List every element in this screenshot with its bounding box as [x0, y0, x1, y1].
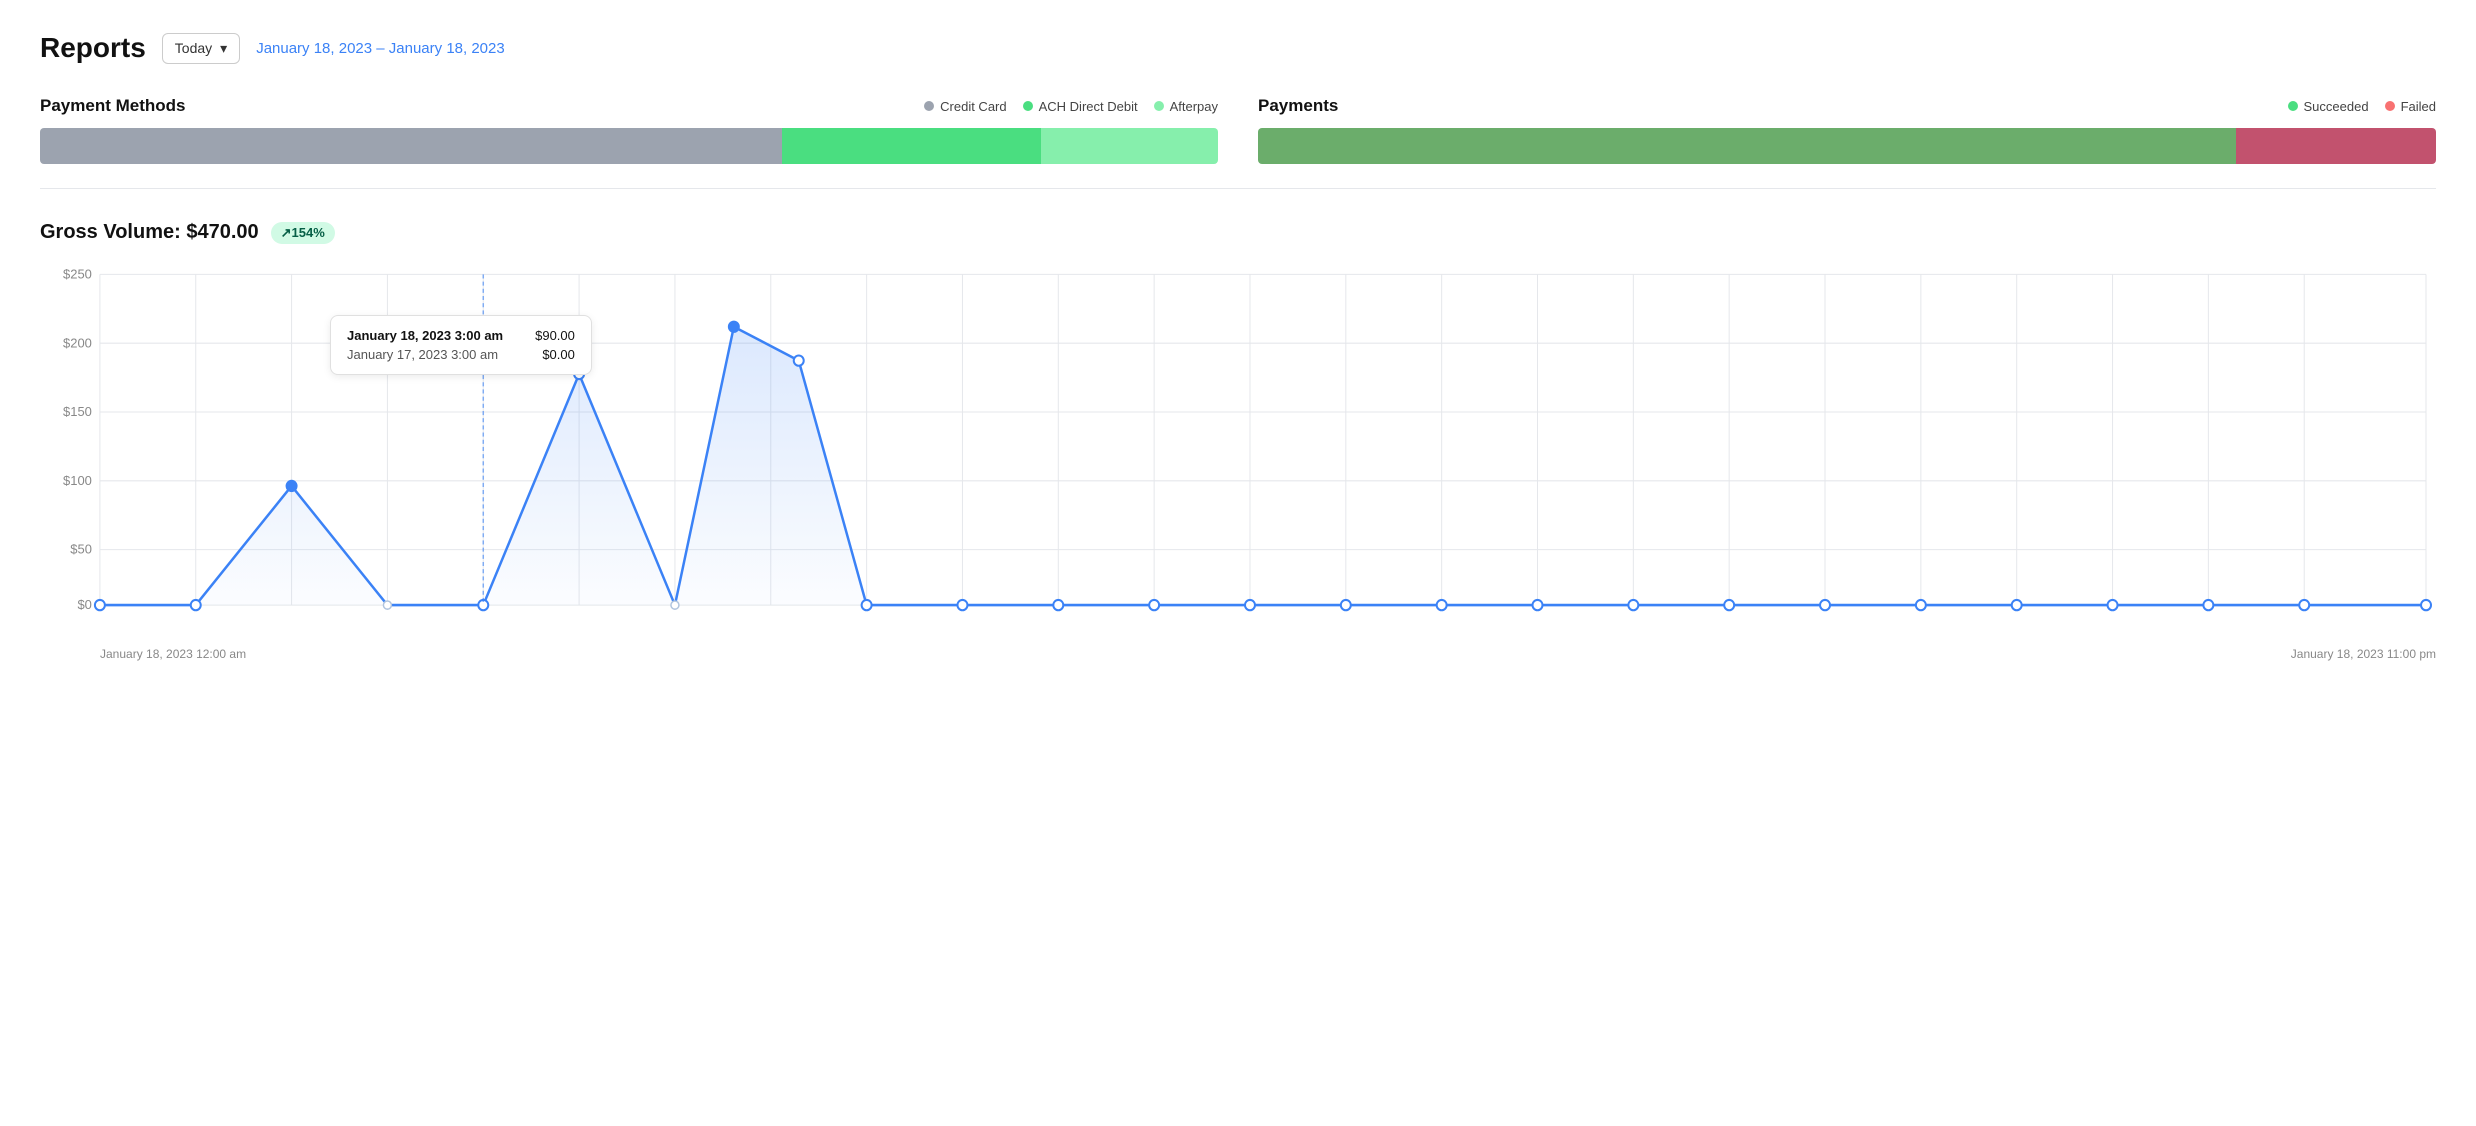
legend-item-ach: ACH Direct Debit [1023, 99, 1138, 114]
svg-text:$150: $150 [63, 404, 92, 419]
payment-methods-block: Payment Methods Credit Card ACH Direct D… [40, 96, 1218, 164]
svg-text:$50: $50 [70, 542, 92, 557]
bar-succeeded [1258, 128, 2236, 164]
bar-credit-card [40, 128, 782, 164]
legend-item-failed: Failed [2385, 99, 2436, 114]
payment-methods-title: Payment Methods [40, 96, 185, 116]
svg-text:$200: $200 [63, 335, 92, 350]
legend-item-afterpay: Afterpay [1154, 99, 1218, 114]
payment-methods-bar [40, 128, 1218, 164]
date-selector-label: Today [175, 40, 212, 56]
date-range-link[interactable]: January 18, 2023 – January 18, 2023 [256, 40, 505, 57]
chart-tooltip: January 18, 2023 3:00 am $90.00 January … [330, 315, 592, 375]
gross-volume-label-row: Gross Volume: $470.00 ↗154% [40, 221, 2436, 244]
payments-legend: Succeeded Failed [2288, 99, 2436, 114]
gross-volume-text: Gross Volume: $470.00 [40, 221, 259, 244]
legend-label-afterpay: Afterpay [1170, 99, 1218, 114]
legend-dot-failed [2385, 101, 2395, 111]
tooltip-value-1: $90.00 [535, 328, 575, 343]
legend-dot-ach [1023, 101, 1033, 111]
x-axis-labels: January 18, 2023 12:00 am January 18, 20… [40, 647, 2436, 661]
legend-label-ach: ACH Direct Debit [1039, 99, 1138, 114]
x-label-right: January 18, 2023 11:00 pm [2291, 647, 2436, 661]
svg-text:$250: $250 [63, 266, 92, 281]
gross-volume-value: $470.00 [186, 221, 258, 243]
tooltip-date-1: January 18, 2023 3:00 am [347, 328, 503, 343]
legend-dot-succeeded [2288, 101, 2298, 111]
growth-badge: ↗154% [271, 222, 335, 244]
chevron-down-icon: ▾ [220, 40, 227, 57]
svg-text:$100: $100 [63, 473, 92, 488]
payments-title: Payments [1258, 96, 1338, 116]
legend-dot-afterpay [1154, 101, 1164, 111]
tooltip-row-2: January 17, 2023 3:00 am $0.00 [347, 347, 575, 362]
payments-header: Payments Succeeded Failed [1258, 96, 2436, 116]
svg-text:$0: $0 [77, 597, 91, 612]
metrics-row: Payment Methods Credit Card ACH Direct D… [40, 96, 2436, 189]
payment-methods-header: Payment Methods Credit Card ACH Direct D… [40, 96, 1218, 116]
bar-afterpay [1041, 128, 1218, 164]
bar-ach [782, 128, 1041, 164]
legend-dot-credit-card [924, 101, 934, 111]
payment-methods-legend: Credit Card ACH Direct Debit Afterpay [924, 99, 1218, 114]
x-label-left: January 18, 2023 12:00 am [100, 647, 246, 661]
tooltip-row-1: January 18, 2023 3:00 am $90.00 [347, 328, 575, 343]
tooltip-value-2: $0.00 [542, 347, 575, 362]
chart-container: $250 $200 $150 $100 $50 $0 [40, 260, 2436, 640]
legend-item-credit-card: Credit Card [924, 99, 1006, 114]
gross-volume-section: Gross Volume: $470.00 ↗154% [40, 221, 2436, 244]
legend-label-credit-card: Credit Card [940, 99, 1006, 114]
payments-block: Payments Succeeded Failed [1258, 96, 2436, 164]
page-header: Reports Today ▾ January 18, 2023 – Janua… [40, 32, 2436, 64]
legend-label-succeeded: Succeeded [2304, 99, 2369, 114]
gross-volume-prefix: Gross Volume: [40, 221, 181, 243]
tooltip-date-2: January 17, 2023 3:00 am [347, 347, 498, 362]
payments-bar [1258, 128, 2436, 164]
date-selector-dropdown[interactable]: Today ▾ [162, 33, 240, 64]
bar-failed [2236, 128, 2436, 164]
page-title: Reports [40, 32, 146, 64]
legend-label-failed: Failed [2401, 99, 2436, 114]
legend-item-succeeded: Succeeded [2288, 99, 2369, 114]
